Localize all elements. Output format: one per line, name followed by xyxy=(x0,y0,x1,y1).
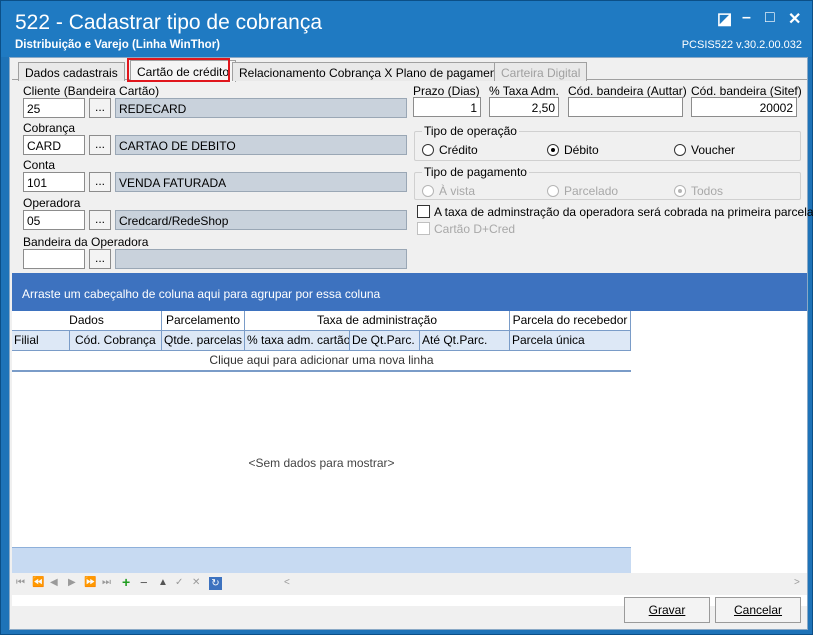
cliente-description: REDECARD xyxy=(115,98,407,118)
nav-post-icon[interactable]: ✓ xyxy=(175,577,183,588)
nav-prev-icon[interactable]: ◀ xyxy=(50,577,58,588)
tab-carteira-digital[interactable]: Carteira Digital xyxy=(494,62,588,81)
conta-code-input[interactable]: 101 xyxy=(23,172,85,192)
cliente-code-input[interactable]: 25 xyxy=(23,98,85,118)
tab-dados-cadastrais[interactable]: Dados cadastrais xyxy=(18,62,125,81)
nav-refresh-icon[interactable]: ↻ xyxy=(209,577,222,590)
column-ate-qt-parc[interactable]: Até Qt.Parc. xyxy=(420,331,510,351)
restore-icon[interactable]: ◪ xyxy=(717,9,732,29)
radio-todos[interactable] xyxy=(674,185,686,197)
nav-first-icon[interactable]: ⏮ xyxy=(16,577,25,588)
group-by-panel[interactable]: Arraste um cabeçalho de coluna aqui para… xyxy=(12,273,807,311)
window-subtitle: Distribuição e Varejo (Linha WinThor) xyxy=(15,39,221,51)
cartao-d-cred-checkbox[interactable] xyxy=(417,222,430,235)
radio-a-vista-label: À vista xyxy=(439,184,476,198)
grid-footer xyxy=(12,547,631,573)
tipo-pagamento-title: Tipo de pagamento xyxy=(422,165,529,179)
nav-prev-page-icon[interactable]: ⏪ xyxy=(32,577,44,588)
radio-debito-label: Débito xyxy=(564,143,599,157)
cod-bandeira-sitef-input[interactable]: 20002 xyxy=(691,97,797,117)
radio-a-vista[interactable] xyxy=(422,185,434,197)
empty-grid-message: <Sem dados para mostrar> xyxy=(248,456,395,470)
band-parcela-recebedor[interactable]: Parcela do recebedor xyxy=(510,311,631,331)
new-row-placeholder[interactable]: Clique aqui para adicionar uma nova linh… xyxy=(12,351,631,372)
scroll-left-icon[interactable]: < xyxy=(284,577,290,588)
scroll-right-icon[interactable]: > xyxy=(794,577,800,588)
nav-next-page-icon[interactable]: ⏩ xyxy=(84,577,96,588)
column-cod-cobranca[interactable]: Cód. Cobrança xyxy=(70,331,162,351)
cliente-label: Cliente (Bandeira Cartão) xyxy=(23,84,160,98)
tab-highlight-box xyxy=(127,58,230,82)
operadora-lookup-button[interactable]: ... xyxy=(89,210,111,230)
column-qtde-parcelas[interactable]: Qtde. parcelas xyxy=(162,331,245,351)
radio-parcelado[interactable] xyxy=(547,185,559,197)
bandeira-operadora-description xyxy=(115,249,407,269)
cliente-lookup-button[interactable]: ... xyxy=(89,98,111,118)
radio-credito[interactable] xyxy=(422,144,434,156)
column-de-qt-parc[interactable]: De Qt.Parc. xyxy=(350,331,420,351)
bandeira-operadora-lookup-button[interactable]: ... xyxy=(89,249,111,269)
operadora-description: Credcard/RedeShop xyxy=(115,210,407,230)
application-window: 522 - Cadastrar tipo de cobrança Distrib… xyxy=(0,0,813,635)
column-taxa-adm-cartao[interactable]: % taxa adm. cartão xyxy=(245,331,350,351)
prazo-input[interactable]: 1 xyxy=(413,97,481,117)
band-dados[interactable]: Dados xyxy=(12,311,162,331)
nav-cancel-icon[interactable]: ✕ xyxy=(192,577,200,588)
grid-navigator: ⏮ ⏪ ◀ ▶ ⏩ ⏭ + − ▲ ✓ ✕ ↻ < > xyxy=(12,573,807,595)
cod-bandeira-auttar-input[interactable] xyxy=(568,97,683,117)
radio-parcelado-label: Parcelado xyxy=(564,184,619,198)
close-button[interactable]: ✕ xyxy=(788,9,801,29)
title-bar: 522 - Cadastrar tipo de cobrança Distrib… xyxy=(1,1,812,57)
tipo-operacao-title: Tipo de operação xyxy=(422,124,519,138)
nav-edit-icon[interactable]: ▲ xyxy=(158,577,168,588)
operadora-label: Operadora xyxy=(23,196,81,210)
column-parcela-unica[interactable]: Parcela única xyxy=(510,331,631,351)
bandeira-operadora-label: Bandeira da Operadora xyxy=(23,235,149,249)
radio-todos-label: Todos xyxy=(691,184,724,198)
band-parcelamento[interactable]: Parcelamento xyxy=(162,311,245,331)
taxa-primeira-parcela-label: A taxa de adminstração da operadora será… xyxy=(434,205,813,219)
nav-next-icon[interactable]: ▶ xyxy=(68,577,76,588)
minimize-button[interactable]: – xyxy=(742,9,751,27)
radio-credito-label: Crédito xyxy=(439,143,478,157)
prazo-label: Prazo (Dias) xyxy=(413,84,480,98)
radio-voucher-label: Voucher xyxy=(691,143,736,157)
nav-delete-icon[interactable]: − xyxy=(140,575,148,590)
taxa-adm-input[interactable]: 2,50 xyxy=(489,97,559,117)
save-button[interactable]: Gravar xyxy=(624,597,710,623)
taxa-primeira-parcela-checkbox[interactable] xyxy=(417,205,430,218)
cancel-button[interactable]: Cancelar xyxy=(715,597,801,623)
cobranca-code-input[interactable]: CARD xyxy=(23,135,85,155)
bandeira-operadora-code-input[interactable] xyxy=(23,249,85,269)
cod-bandeira-auttar-label: Cód. bandeira (Auttar) xyxy=(568,84,687,98)
operadora-code-input[interactable]: 05 xyxy=(23,210,85,230)
taxa-adm-label: % Taxa Adm. xyxy=(489,84,559,98)
radio-debito[interactable] xyxy=(547,144,559,156)
band-taxa-administracao[interactable]: Taxa de administração xyxy=(245,311,510,331)
nav-last-icon[interactable]: ⏭ xyxy=(102,577,111,588)
tab-relacionamento[interactable]: Relacionamento Cobrança X Plano de pagam… xyxy=(232,62,514,81)
cartao-d-cred-label: Cartão D+Cred xyxy=(434,222,516,236)
version-label: PCSIS522 v.30.2.00.032 xyxy=(681,39,802,51)
cobranca-description: CARTAO DE DEBITO xyxy=(115,135,407,155)
column-filial[interactable]: Filial xyxy=(12,331,70,351)
cobranca-lookup-button[interactable]: ... xyxy=(89,135,111,155)
radio-voucher[interactable] xyxy=(674,144,686,156)
cobranca-label: Cobrança xyxy=(23,121,76,135)
save-button-label: Gravar xyxy=(648,603,686,617)
maximize-button[interactable]: □ xyxy=(765,9,775,27)
cancel-button-label: Cancelar xyxy=(733,603,783,617)
conta-label: Conta xyxy=(23,158,56,172)
data-grid: Dados Parcelamento Taxa de administração… xyxy=(12,311,807,606)
cod-bandeira-sitef-label: Cód. bandeira (Sitef) xyxy=(691,84,802,98)
nav-insert-icon[interactable]: + xyxy=(122,574,130,590)
conta-description: VENDA FATURADA xyxy=(115,172,407,192)
conta-lookup-button[interactable]: ... xyxy=(89,172,111,192)
window-title: 522 - Cadastrar tipo de cobrança xyxy=(15,11,323,34)
group-by-hint: Arraste um cabeçalho de coluna aqui para… xyxy=(22,287,381,301)
form-body: Dados cadastrais Cartão de crédito Relac… xyxy=(9,57,813,630)
